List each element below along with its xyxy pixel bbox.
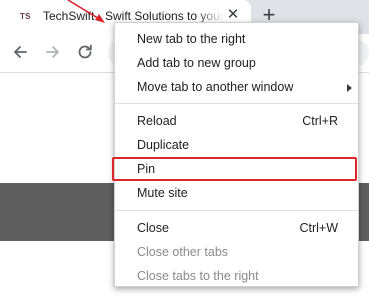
forward-arrow-icon[interactable] [44,43,62,61]
close-shortcut: Ctrl+W [299,221,338,235]
menu-item-reload[interactable]: Reload Ctrl+R [115,110,358,134]
reload-icon[interactable] [76,43,94,61]
menu-item-close-other-tabs: Close other tabs [137,245,229,259]
menu-item-mute-site[interactable]: Mute site [115,182,358,206]
menu-item-close[interactable]: Close Ctrl+W [115,217,358,241]
menu-separator [115,103,358,104]
menu-item-close-tabs-right: Close tabs to the right [137,269,259,283]
submenu-arrow-icon [347,84,352,92]
site-favicon-icon: TS [20,12,31,21]
menu-item-add-to-group[interactable]: Add tab to new group [115,52,358,76]
menu-item-move-tab[interactable]: Move tab to another window [115,76,358,100]
tab-context-menu: New tab to the right Add tab to new grou… [112,22,359,287]
menu-item-pin[interactable]: Pin [112,157,358,182]
back-arrow-icon[interactable] [11,43,29,61]
close-tab-icon[interactable]: ✕ [226,7,240,22]
reload-shortcut: Ctrl+R [302,114,338,128]
menu-item-duplicate[interactable]: Duplicate [115,134,358,158]
menu-item-new-tab-right[interactable]: New tab to the right [115,28,358,52]
menu-separator [115,210,358,211]
